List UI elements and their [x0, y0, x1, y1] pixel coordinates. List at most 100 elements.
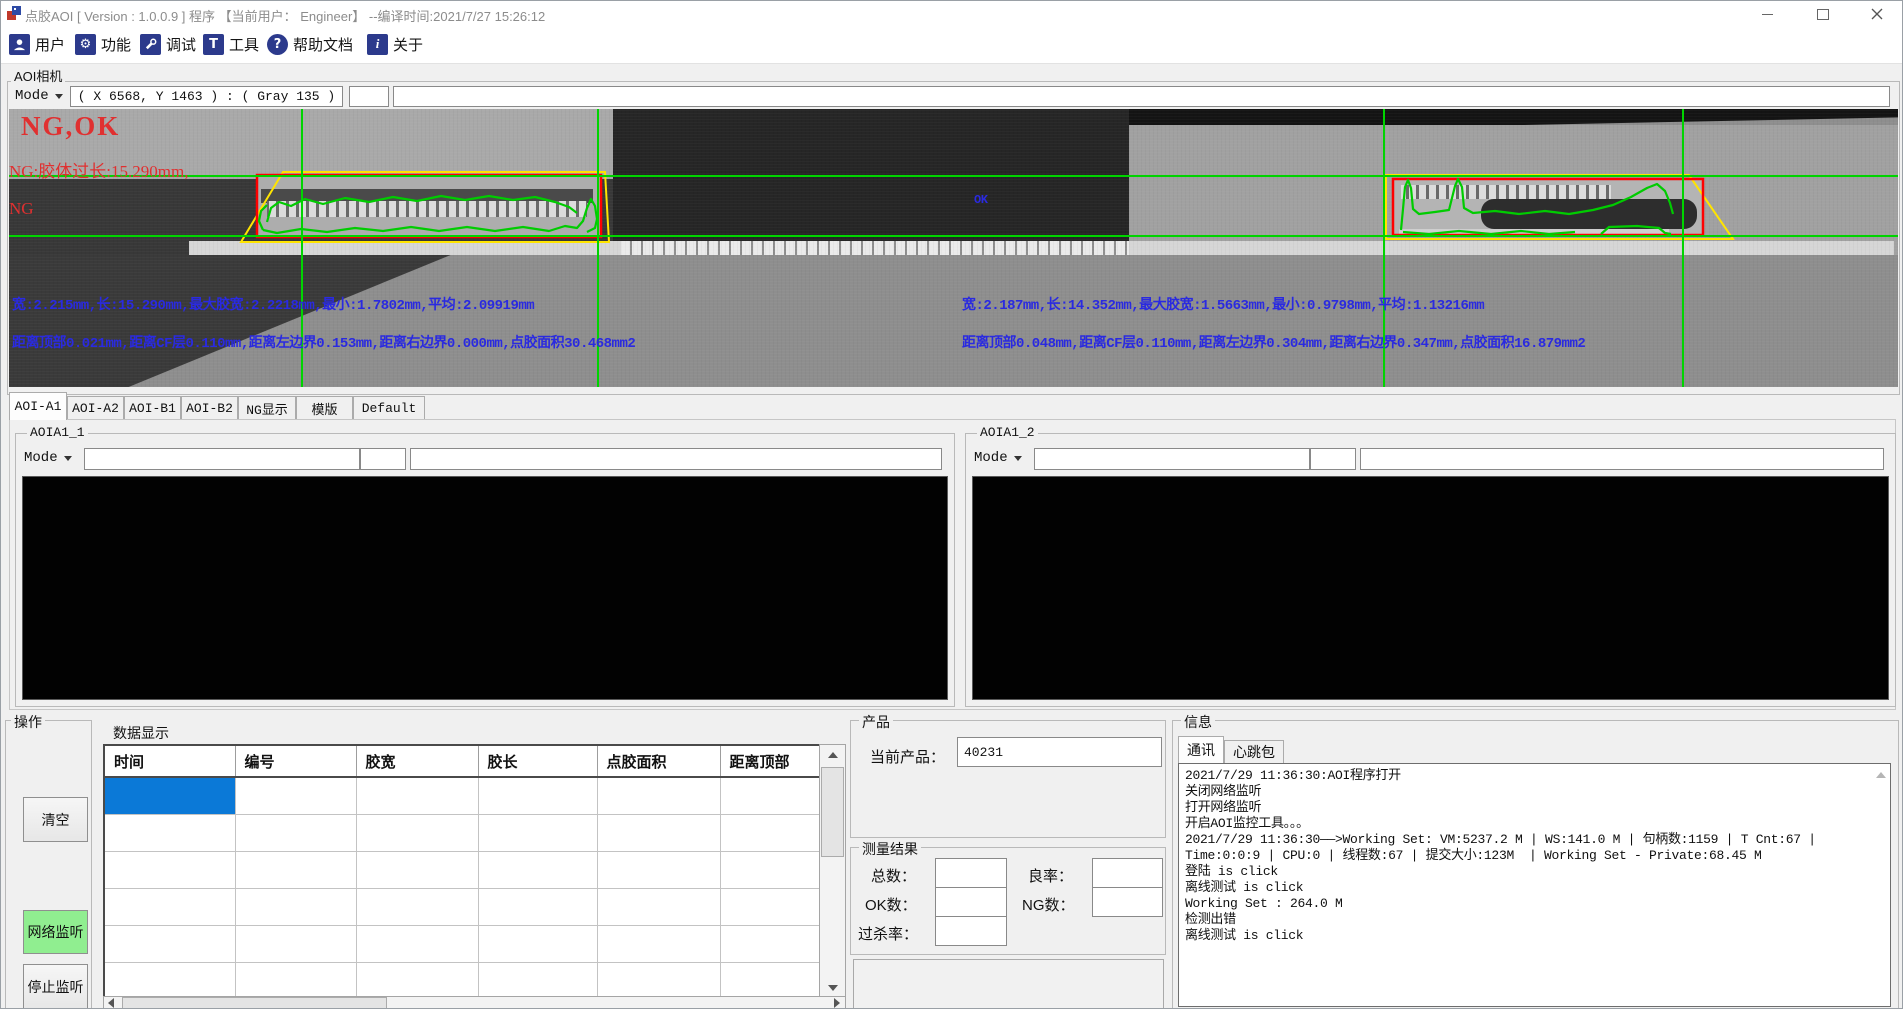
product-group-box: 当前产品： 40231	[850, 720, 1166, 838]
panel1-mode-combo[interactable]: Mode	[24, 450, 72, 466]
column-header-top-distance[interactable]: 距离顶部	[720, 745, 820, 777]
column-header-id[interactable]: 编号	[235, 745, 356, 777]
left-stats-line-1: 宽:2.215mm,长:15.290mm,最大胶宽:2.2218mm,最小:1.…	[12, 294, 534, 314]
table-row[interactable]	[104, 963, 820, 1001]
current-product-input[interactable]: 40231	[957, 737, 1162, 767]
table-row[interactable]	[104, 852, 820, 889]
window-title: 点胶AOI [ Version : 1.0.0.9 ] 程序 【当前用户： En…	[25, 6, 545, 25]
panel1-field-2[interactable]	[360, 448, 406, 470]
log-line: 关闭网络监听	[1185, 784, 1872, 800]
clear-button[interactable]: 清空	[23, 797, 88, 842]
chevron-down-icon	[64, 456, 72, 461]
scrollbar-thumb[interactable]	[821, 767, 844, 857]
toolbar-tools-button[interactable]: T 工具	[203, 30, 259, 58]
panel2-field-3[interactable]	[1360, 448, 1884, 470]
tab-aoi-a1[interactable]: AOI-A1	[9, 392, 67, 420]
panel2-mode-combo[interactable]: Mode	[974, 450, 1022, 466]
toolbar-function-button[interactable]: ⚙ 功能	[75, 30, 131, 58]
app-window: 点胶AOI [ Version : 1.0.0.9 ] 程序 【当前用户： En…	[0, 0, 1903, 1009]
result-text: NG,OK	[21, 111, 120, 142]
toolbar-help-button[interactable]: ? 帮助文档	[267, 30, 353, 58]
toolbar-user-label: 用户	[35, 34, 65, 55]
network-listen-button[interactable]: 网络监听	[23, 910, 88, 954]
toolbar-function-label: 功能	[101, 34, 131, 55]
panel2-image-viewport[interactable]	[972, 476, 1889, 700]
camera-mode-label: Mode	[15, 88, 49, 104]
table-vertical-scrollbar[interactable]	[819, 744, 846, 998]
current-product-label: 当前产品：	[870, 746, 945, 767]
log-line: 2021/7/29 11:36:30——>Working Set: VM:523…	[1185, 832, 1872, 848]
tab-template[interactable]: 模版	[296, 396, 353, 420]
comm-log-box[interactable]: 2021/7/29 11:36:30:AOI程序打开 关闭网络监听 打开网络监听…	[1178, 763, 1891, 1007]
total-label: 总数：	[871, 865, 916, 886]
table-row[interactable]	[104, 815, 820, 852]
overkill-label: 过杀率：	[858, 923, 918, 944]
table-row[interactable]	[104, 777, 820, 815]
t-square-icon: T	[203, 34, 224, 55]
toolbar-user-button[interactable]: 用户	[9, 30, 65, 58]
panel1-field-3[interactable]	[410, 448, 942, 470]
close-button[interactable]	[1853, 1, 1901, 27]
maximize-icon	[1817, 9, 1829, 20]
table-row[interactable]	[104, 926, 820, 963]
toolbar-debug-label: 调试	[166, 34, 196, 55]
tab-default[interactable]: Default	[353, 396, 425, 420]
camera-pixel-readout: ( X 6568, Y 1463 ) : ( Gray 135 )	[70, 86, 343, 107]
column-header-time[interactable]: 时间	[104, 745, 235, 777]
info-tab-heartbeat[interactable]: 心跳包	[1224, 740, 1284, 763]
right-stats-line-1: 宽:2.187mm,长:14.352mm,最大胶宽:1.5663mm,最小:0.…	[962, 294, 1484, 314]
scrollbar-thumb[interactable]	[122, 997, 387, 1009]
scroll-down-icon[interactable]	[828, 985, 838, 991]
stop-listen-button[interactable]: 停止监听	[23, 964, 88, 1009]
panel2-mode-label: Mode	[974, 450, 1008, 466]
user-icon	[9, 34, 30, 55]
scroll-left-icon[interactable]	[108, 998, 114, 1008]
close-icon	[1871, 8, 1883, 20]
toolbar-about-button[interactable]: i 关于	[367, 30, 423, 58]
tab-aoi-b2[interactable]: AOI-B2	[181, 396, 238, 420]
panel2-field-2[interactable]	[1310, 448, 1356, 470]
log-line: Working Set : 264.0 M	[1185, 896, 1872, 912]
scroll-right-icon[interactable]	[834, 998, 840, 1008]
log-line: 离线测试 is click	[1185, 880, 1872, 896]
ng-count-label: NG数：	[1022, 894, 1075, 915]
info-group-label: 信息	[1181, 712, 1215, 732]
info-tab-comm[interactable]: 通讯	[1178, 736, 1224, 763]
info-icon: i	[367, 34, 388, 55]
chevron-down-icon	[55, 94, 63, 99]
tab-aoi-b1[interactable]: AOI-B1	[124, 396, 181, 420]
table-row[interactable]	[104, 889, 820, 926]
scroll-up-icon[interactable]	[1876, 772, 1886, 778]
minimize-button[interactable]	[1743, 1, 1791, 27]
log-line: 2021/7/29 11:36:30:AOI程序打开	[1185, 768, 1872, 784]
maximize-button[interactable]	[1799, 1, 1847, 27]
table-horizontal-scrollbar[interactable]	[103, 996, 846, 1009]
selected-cell[interactable]	[104, 777, 235, 815]
camera-aux-field-1[interactable]	[349, 86, 389, 107]
camera-aux-field-2[interactable]	[393, 86, 1890, 107]
panel1-image-viewport[interactable]	[22, 476, 948, 700]
camera-mode-combo[interactable]: Mode	[15, 88, 63, 104]
panel1-mode-label: Mode	[24, 450, 58, 466]
log-line: 开启AOI监控工具。。。	[1185, 816, 1872, 832]
total-value-field	[935, 858, 1007, 888]
panel1-group-box: Mode	[15, 433, 955, 707]
panel2-field-1[interactable]	[1034, 448, 1310, 470]
toolbar-debug-button[interactable]: 调试	[140, 30, 196, 58]
tab-aoi-a2[interactable]: AOI-A2	[67, 396, 124, 420]
minimize-icon	[1762, 14, 1773, 15]
yield-label: 良率：	[1028, 865, 1073, 886]
panel1-field-1[interactable]	[84, 448, 360, 470]
table-header-row: 时间 编号 胶宽 胶长 点胶面积 距离顶部	[104, 745, 820, 777]
column-header-glue-area[interactable]: 点胶面积	[597, 745, 720, 777]
panel2-group-label: AOIA1_2	[977, 425, 1038, 440]
camera-viewport[interactable]: NG,OK NG:胶体过长:15.290mm, NG OK 宽:2.215mm,…	[9, 109, 1898, 387]
panel1-group-label: AOIA1_1	[27, 425, 88, 440]
column-header-glue-width[interactable]: 胶宽	[356, 745, 478, 777]
title-bar: 点胶AOI [ Version : 1.0.0.9 ] 程序 【当前用户： En…	[1, 1, 1902, 25]
scroll-up-icon[interactable]	[828, 752, 838, 758]
tab-ng-display[interactable]: NG显示	[238, 396, 296, 420]
product-group-label: 产品	[859, 712, 893, 732]
column-header-glue-length[interactable]: 胶长	[478, 745, 597, 777]
panel2-group-box: Mode	[965, 433, 1896, 707]
